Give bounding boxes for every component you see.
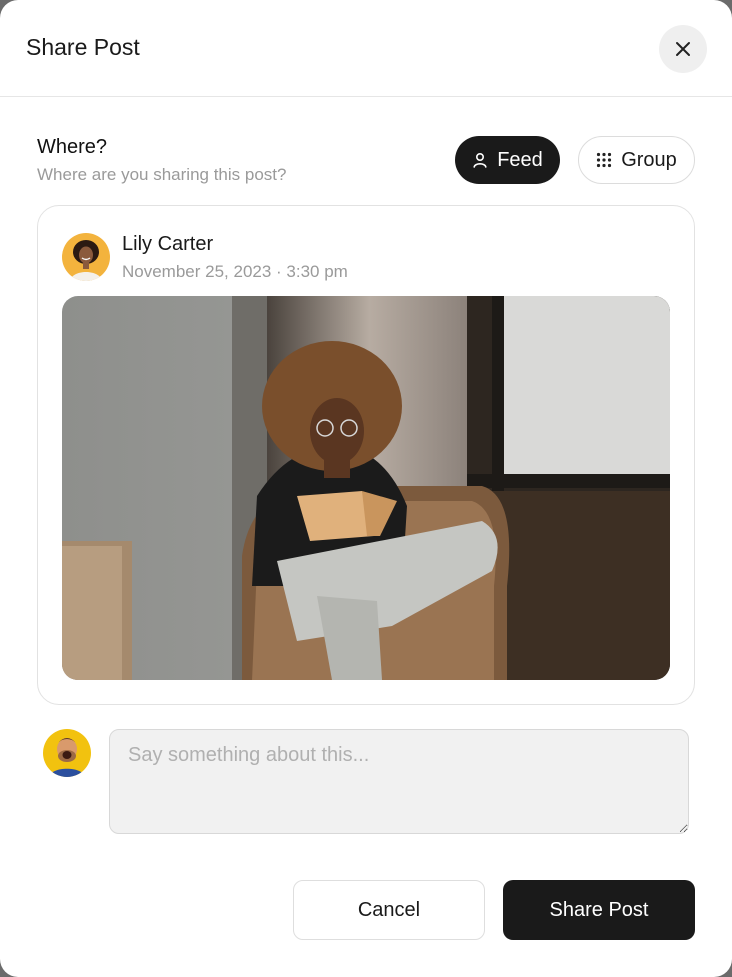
group-option-button[interactable]: Group — [578, 136, 695, 184]
current-user-avatar — [43, 729, 91, 777]
share-post-dialog: Share Post Where? Where are you sharing … — [0, 0, 732, 977]
cancel-button[interactable]: Cancel — [293, 880, 485, 940]
where-heading: Where? — [37, 136, 108, 158]
shared-post-card: Lily Carter November 25, 2023 · 3:30 pm — [37, 205, 695, 705]
share-post-button[interactable]: Share Post — [503, 880, 695, 940]
comment-textarea[interactable] — [109, 729, 689, 834]
feed-option-label: Feed — [497, 148, 543, 171]
close-button[interactable] — [659, 25, 707, 73]
grid-icon — [596, 152, 612, 168]
author-avatar — [62, 233, 110, 281]
author-name: Lily Carter — [122, 233, 214, 255]
dialog-header: Share Post — [0, 0, 732, 97]
group-option-label: Group — [621, 148, 677, 171]
feed-option-button[interactable]: Feed — [455, 136, 560, 184]
dialog-title: Share Post — [26, 34, 140, 60]
post-image — [62, 296, 670, 680]
user-icon — [472, 152, 488, 168]
close-icon — [676, 42, 690, 56]
where-subtitle: Where are you sharing this post? — [37, 165, 287, 184]
post-timestamp: November 25, 2023 · 3:30 pm — [122, 262, 348, 281]
